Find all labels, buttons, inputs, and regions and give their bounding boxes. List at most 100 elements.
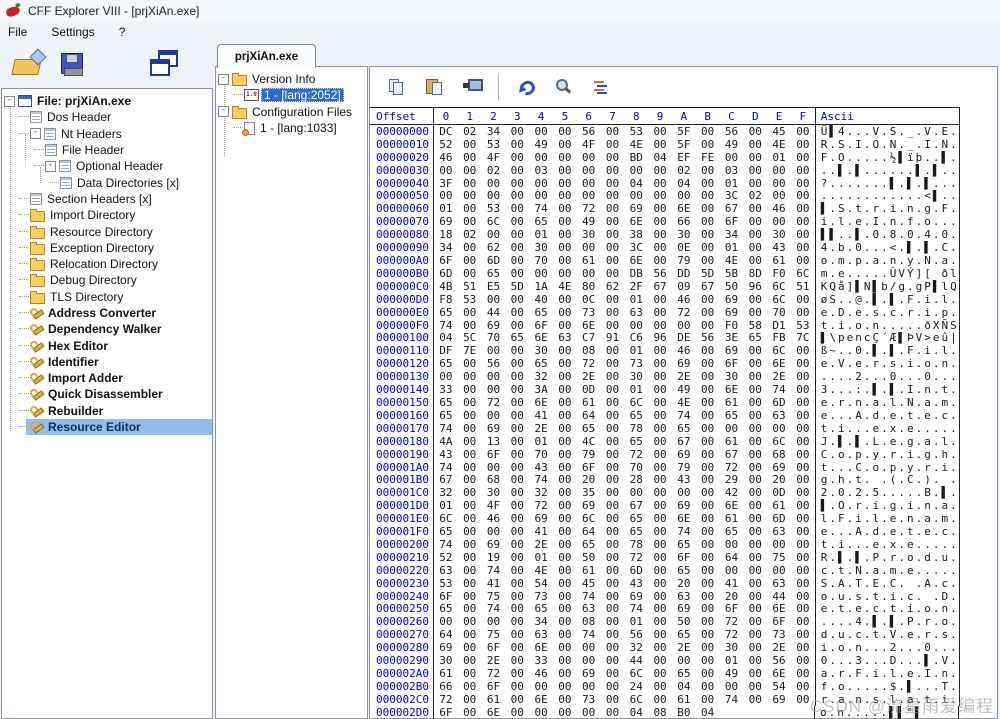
hex-byte[interactable]: 6F xyxy=(529,319,553,332)
collapse-box-icon[interactable]: - xyxy=(218,106,229,117)
hex-byte[interactable]: 00 xyxy=(743,306,767,319)
hex-byte[interactable]: 4E xyxy=(624,138,648,151)
hex-byte[interactable]: 3E xyxy=(720,331,744,344)
hex-byte[interactable]: 62 xyxy=(482,241,506,254)
hex-byte[interactable]: 00 xyxy=(505,370,529,383)
hex-byte[interactable]: 01 xyxy=(529,435,553,448)
sidebar-item-dos-header[interactable]: Dos Header xyxy=(2,109,212,125)
hex-byte[interactable]: 6C xyxy=(791,267,815,280)
hex-byte[interactable]: 01 xyxy=(434,202,458,215)
hex-byte[interactable]: 00 xyxy=(505,306,529,319)
hex-byte[interactable]: 00 xyxy=(767,189,791,202)
hex-byte[interactable]: 54 xyxy=(767,680,791,693)
hex-byte[interactable]: FB xyxy=(767,331,791,344)
hex-row[interactable]: 00000210520019000100500072006F0064007500… xyxy=(370,551,960,564)
hex-byte[interactable]: 61 xyxy=(720,396,744,409)
hex-byte[interactable]: 56 xyxy=(577,125,601,138)
hex-byte[interactable]: 49 xyxy=(577,215,601,228)
hex-byte[interactable]: 00 xyxy=(553,370,577,383)
hex-byte[interactable]: 01 xyxy=(434,499,458,512)
hex-byte[interactable]: 6F xyxy=(434,254,458,267)
hex-byte[interactable]: 00 xyxy=(458,306,482,319)
hex-byte[interactable]: 00 xyxy=(505,473,529,486)
hex-byte[interactable]: 65 xyxy=(743,331,767,344)
hex-byte[interactable]: 74 xyxy=(672,525,696,538)
hex-byte[interactable]: D1 xyxy=(767,319,791,332)
hex-byte[interactable]: 00 xyxy=(601,615,625,628)
hex-row[interactable]: 000001D001004F0072006900670069006E006100… xyxy=(370,499,960,512)
hex-byte[interactable]: 00 xyxy=(529,680,553,693)
hex-byte[interactable]: 00 xyxy=(505,461,529,474)
hex-byte[interactable]: 66 xyxy=(434,680,458,693)
hex-byte[interactable]: 00 xyxy=(791,189,815,202)
hex-byte[interactable]: 49 xyxy=(720,667,744,680)
hex-byte[interactable]: 00 xyxy=(743,241,767,254)
collapse-box-icon[interactable]: - xyxy=(218,74,229,85)
hex-byte[interactable]: 00 xyxy=(434,615,458,628)
hex-byte[interactable]: 00 xyxy=(577,654,601,667)
hex-byte[interactable]: 00 xyxy=(505,215,529,228)
hex-byte[interactable]: 69 xyxy=(767,461,791,474)
hex-byte[interactable]: 00 xyxy=(648,473,672,486)
hex-byte[interactable]: 5F xyxy=(672,138,696,151)
hex-byte[interactable]: F8 xyxy=(434,293,458,306)
hex-byte[interactable]: 00 xyxy=(601,267,625,280)
hex-byte[interactable]: 00 xyxy=(458,461,482,474)
hex-byte[interactable]: 00 xyxy=(458,370,482,383)
hex-byte[interactable]: 63 xyxy=(767,577,791,590)
hex-row[interactable]: 0000008018020000010030003800300034003000… xyxy=(370,228,960,241)
hex-byte[interactable]: 00 xyxy=(648,370,672,383)
hex-byte[interactable]: 00 xyxy=(696,422,720,435)
hex-byte[interactable]: 6E xyxy=(529,693,553,706)
hex-row[interactable]: 00000110DF7E0000300008000100460069006C00… xyxy=(370,344,960,357)
hex-byte[interactable]: 00 xyxy=(743,602,767,615)
hex-byte[interactable]: 00 xyxy=(601,215,625,228)
hex-row[interactable]: 00000170740069002E0065007800650000000000… xyxy=(370,422,960,435)
hex-byte[interactable]: 75 xyxy=(482,628,506,641)
cascade-windows-button[interactable] xyxy=(144,42,184,84)
hex-byte[interactable]: 72 xyxy=(624,448,648,461)
hex-byte[interactable]: 00 xyxy=(458,383,482,396)
hex-byte[interactable]: 00 xyxy=(553,525,577,538)
goto-offset-button[interactable] xyxy=(511,74,539,100)
hex-byte[interactable]: 08 xyxy=(577,344,601,357)
hex-byte[interactable]: 58 xyxy=(743,319,767,332)
hex-byte[interactable]: 00 xyxy=(505,551,529,564)
hex-byte[interactable]: 50 xyxy=(577,551,601,564)
menu-settings[interactable]: Settings xyxy=(51,25,94,39)
hex-byte[interactable]: 46 xyxy=(672,344,696,357)
hex-row[interactable]: 000001F065000000410064006500740065006300… xyxy=(370,525,960,538)
hex-byte[interactable]: 75 xyxy=(482,590,506,603)
hex-byte[interactable]: 00 xyxy=(529,177,553,190)
hex-byte[interactable]: 00 xyxy=(505,577,529,590)
hex-byte[interactable]: 61 xyxy=(767,254,791,267)
hex-byte[interactable]: 00 xyxy=(791,254,815,267)
hex-byte[interactable]: 00 xyxy=(505,628,529,641)
hex-byte[interactable]: 6C xyxy=(434,512,458,525)
hex-byte[interactable]: 00 xyxy=(458,602,482,615)
hex-byte[interactable]: 72 xyxy=(672,306,696,319)
hex-byte[interactable]: 00 xyxy=(743,654,767,667)
hex-byte[interactable]: 00 xyxy=(743,409,767,422)
hex-byte[interactable]: 00 xyxy=(791,486,815,499)
hex-byte[interactable]: 69 xyxy=(482,319,506,332)
hex-byte[interactable]: 00 xyxy=(458,628,482,641)
sidebar-item-resource-directory[interactable]: Resource Directory xyxy=(2,223,212,239)
hex-byte[interactable]: 02 xyxy=(458,125,482,138)
hex-byte[interactable]: 00 xyxy=(601,189,625,202)
resource-item-configuration-files[interactable]: -Configuration Files xyxy=(216,104,367,120)
hex-byte[interactable]: 00 xyxy=(601,538,625,551)
hex-row[interactable]: 000002B066006F00000000002400040000005400… xyxy=(370,680,960,693)
hex-byte[interactable]: 00 xyxy=(505,706,529,719)
hex-byte[interactable]: 6E xyxy=(529,396,553,409)
hex-byte[interactable]: 63 xyxy=(624,306,648,319)
hex-byte[interactable]: 41 xyxy=(720,577,744,590)
hex-row[interactable]: 0000023053004100540045004300200041006300… xyxy=(370,577,960,590)
hex-byte[interactable]: 35 xyxy=(577,486,601,499)
hex-byte[interactable]: 00 xyxy=(458,512,482,525)
hex-byte[interactable]: 65 xyxy=(529,357,553,370)
hex-byte[interactable]: 00 xyxy=(553,241,577,254)
hex-byte[interactable]: 00 xyxy=(672,654,696,667)
hex-byte[interactable]: 00 xyxy=(791,151,815,164)
hex-byte[interactable]: 00 xyxy=(696,693,720,706)
